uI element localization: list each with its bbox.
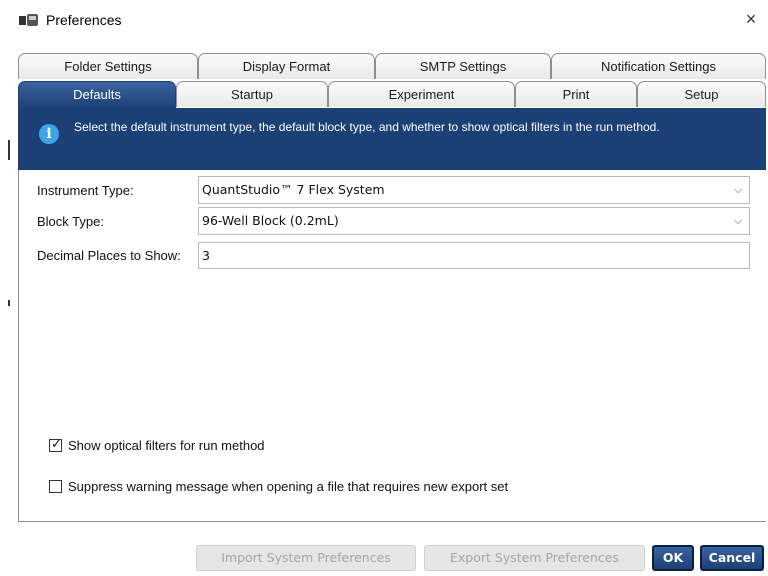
- checkbox-box[interactable]: [49, 480, 62, 493]
- decimal-places-value: 3: [202, 248, 210, 263]
- title-bar: Preferences: [18, 8, 121, 32]
- ok-button[interactable]: OK: [652, 545, 694, 571]
- tab-setup[interactable]: Setup: [637, 81, 766, 107]
- instrument-type-select[interactable]: QuantStudio™ 7 Flex System ⌵: [198, 176, 750, 204]
- tab-startup[interactable]: Startup: [176, 81, 328, 107]
- show-optical-filters-checkbox[interactable]: ✓ Show optical filters for run method: [49, 436, 265, 453]
- suppress-warning-checkbox[interactable]: Suppress warning message when opening a …: [49, 479, 508, 494]
- tab-row-1: Folder Settings Display Format SMTP Sett…: [18, 53, 766, 80]
- suppress-warning-label: Suppress warning message when opening a …: [68, 479, 509, 494]
- instrument-type-value: QuantStudio™ 7 Flex System: [202, 182, 385, 197]
- tab-folder-settings[interactable]: Folder Settings: [18, 53, 198, 79]
- banner-text: Select the default instrument type, the …: [74, 120, 660, 134]
- check-icon: ✓: [51, 436, 62, 451]
- window-title: Preferences: [46, 12, 122, 28]
- info-icon: i: [39, 124, 59, 144]
- chevron-down-icon: ⌵: [733, 214, 743, 227]
- tab-smtp-settings[interactable]: SMTP Settings: [375, 53, 551, 79]
- import-system-preferences-button[interactable]: Import System Preferences: [196, 545, 416, 571]
- background-window-edge: [8, 140, 10, 160]
- instrument-type-label: Instrument Type:: [37, 183, 134, 198]
- decimal-places-input[interactable]: 3: [198, 242, 750, 269]
- block-type-select[interactable]: 96-Well Block (0.2mL) ⌵: [198, 207, 750, 235]
- close-icon[interactable]: ×: [740, 8, 762, 30]
- info-banner: i Select the default instrument type, th…: [18, 108, 766, 170]
- checkbox-box[interactable]: ✓: [49, 436, 62, 452]
- tab-row-2: Defaults Startup Experiment Print Setup: [18, 81, 766, 109]
- tab-experiment[interactable]: Experiment: [328, 81, 515, 107]
- tab-print[interactable]: Print: [515, 81, 637, 107]
- tab-defaults[interactable]: Defaults: [18, 81, 176, 109]
- app-icon: [19, 14, 38, 26]
- tab-notification-settings[interactable]: Notification Settings: [551, 53, 766, 79]
- preferences-dialog: Preferences × Folder Settings Display Fo…: [0, 0, 768, 576]
- block-type-value: 96-Well Block (0.2mL): [202, 213, 339, 228]
- cancel-button[interactable]: Cancel: [700, 545, 764, 571]
- chevron-down-icon: ⌵: [733, 183, 743, 196]
- background-window-edge: [8, 300, 10, 306]
- decimal-places-label: Decimal Places to Show:: [37, 248, 181, 263]
- tab-display-format[interactable]: Display Format: [198, 53, 375, 79]
- show-optical-filters-label: Show optical filters for run method: [68, 438, 265, 453]
- defaults-panel: Instrument Type: QuantStudio™ 7 Flex Sys…: [18, 170, 766, 522]
- block-type-label: Block Type:: [37, 214, 104, 229]
- export-system-preferences-button[interactable]: Export System Preferences: [424, 545, 645, 571]
